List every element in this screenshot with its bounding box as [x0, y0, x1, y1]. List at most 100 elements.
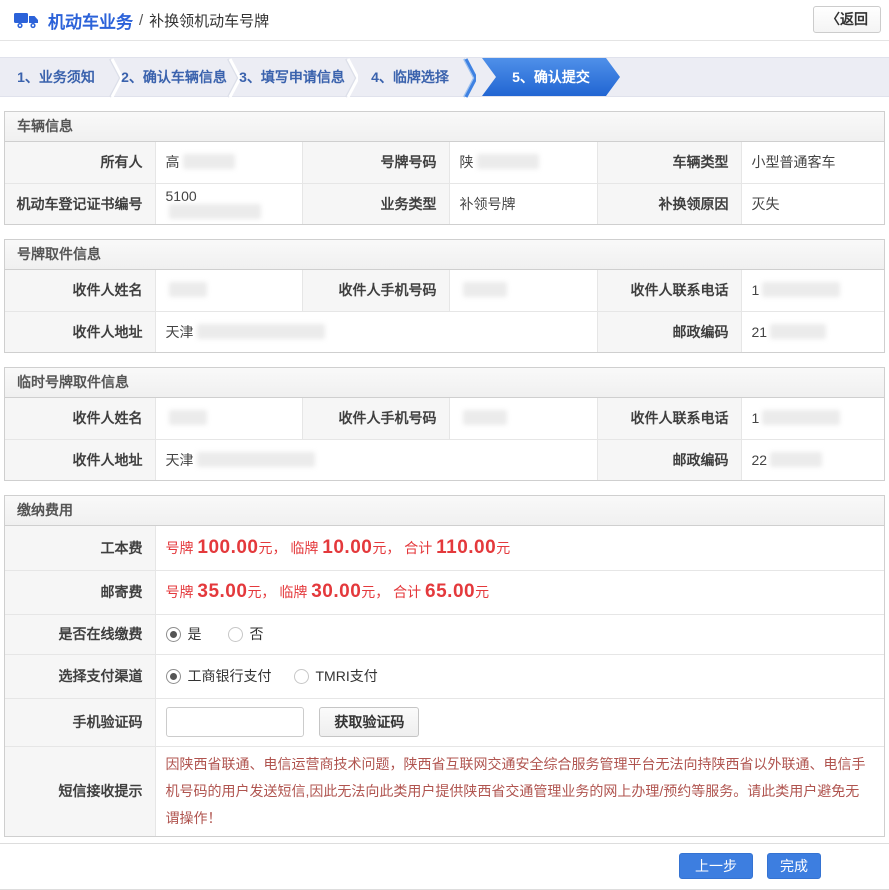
postal-code-label: 邮政编码: [597, 311, 741, 352]
redacted-value: [762, 282, 840, 297]
section-plate-delivery: 号牌取件信息 收件人姓名 收件人手机号码 收件人联系电话 1 收件人地址 天津 …: [4, 239, 885, 353]
production-fee-value: 号牌 100.00元， 临牌 10.00元， 合计 110.00元: [155, 526, 884, 570]
chevron-separator-icon: [462, 58, 476, 98]
recipient-name-label: 收件人姓名: [5, 270, 155, 311]
section-title-vehicle: 车辆信息: [5, 112, 884, 142]
recipient-mobile-value: [449, 398, 597, 439]
step-1-notice[interactable]: 1、业务须知: [4, 58, 108, 96]
previous-step-button[interactable]: 上一步: [679, 853, 753, 879]
top-header: 机动车业务 / 补换领机动车号牌 〈返回: [0, 0, 889, 41]
postal-code-value: 21: [741, 311, 884, 352]
redacted-value: [197, 452, 315, 467]
recipient-phone-label: 收件人联系电话: [597, 270, 741, 311]
recipient-phone-value: 1: [741, 398, 884, 439]
chevron-separator-icon: [108, 58, 122, 98]
radio-channel-icbc[interactable]: 工商银行支付: [166, 666, 272, 686]
vehicle-type-label: 车辆类型: [597, 142, 741, 183]
page-title: 补换领机动车号牌: [149, 10, 269, 31]
step-3-fill-application[interactable]: 3、填写申请信息: [240, 58, 344, 96]
radio-dot-icon: [166, 669, 181, 684]
redacted-value: [770, 452, 822, 467]
sms-notice-label: 短信接收提示: [5, 746, 155, 836]
radio-label: TMRI支付: [316, 666, 378, 686]
recipient-name-label: 收件人姓名: [5, 398, 155, 439]
payment-channel-options: 工商银行支付 TMRI支付: [155, 654, 884, 698]
sms-code-label: 手机验证码: [5, 698, 155, 746]
table-row: 工本费 号牌 100.00元， 临牌 10.00元， 合计 110.00元: [5, 526, 884, 570]
radio-online-yes[interactable]: 是: [166, 624, 202, 644]
app-title: 机动车业务: [48, 8, 133, 33]
recipient-mobile-label: 收件人手机号码: [302, 270, 449, 311]
online-payment-options: 是 否: [155, 614, 884, 654]
sms-notice-text-cell: 因陕西省联通、电信运营商技术问题，陕西省互联网交通安全综合服务管理平台无法向持陕…: [155, 746, 884, 836]
step-2-confirm-vehicle[interactable]: 2、确认车辆信息: [122, 58, 226, 96]
radio-label: 否: [250, 624, 264, 644]
table-row: 是否在线缴费 是 否: [5, 614, 884, 654]
owner-label: 所有人: [5, 142, 155, 183]
redacted-value: [169, 282, 207, 297]
radio-label: 是: [188, 624, 202, 644]
section-title-payment: 缴纳费用: [5, 496, 884, 526]
payment-table: 工本费 号牌 100.00元， 临牌 10.00元， 合计 110.00元 邮寄…: [5, 526, 884, 836]
sms-notice-text: 因陕西省联通、电信运营商技术问题，陕西省互联网交通安全综合服务管理平台无法向持陕…: [166, 751, 875, 832]
plate-number-value: 陕: [449, 142, 597, 183]
redacted-value: [183, 154, 235, 169]
table-row: 收件人姓名 收件人手机号码 收件人联系电话 1: [5, 270, 884, 311]
recipient-address-label: 收件人地址: [5, 311, 155, 352]
table-row: 收件人姓名 收件人手机号码 收件人联系电话 1: [5, 398, 884, 439]
back-button[interactable]: 〈返回: [813, 6, 881, 33]
table-row: 收件人地址 天津 邮政编码 21: [5, 311, 884, 352]
recipient-address-value: 天津: [155, 311, 597, 352]
redacted-value: [477, 154, 539, 169]
recipient-name-value: [155, 270, 302, 311]
owner-value: 高: [155, 142, 302, 183]
radio-dot-icon: [166, 627, 181, 642]
finish-button[interactable]: 完成: [767, 853, 821, 879]
postal-code-value: 22: [741, 439, 884, 480]
vehicle-type-value: 小型普通客车: [741, 142, 884, 183]
table-row: 机动车登记证书编号 5100 业务类型 补领号牌 补换领原因 灭失: [5, 183, 884, 224]
recipient-name-value: [155, 398, 302, 439]
radio-online-no[interactable]: 否: [228, 624, 264, 644]
section-payment: 缴纳费用 工本费 号牌 100.00元， 临牌 10.00元， 合计 110.0…: [4, 495, 885, 837]
postage-fee-label: 邮寄费: [5, 570, 155, 614]
registration-cert-label: 机动车登记证书编号: [5, 183, 155, 224]
chevron-separator-icon: [344, 58, 358, 98]
redacted-value: [169, 204, 261, 219]
sms-code-field: 获取验证码: [155, 698, 884, 746]
recipient-mobile-label: 收件人手机号码: [302, 398, 449, 439]
step-navigation: 1、业务须知 2、确认车辆信息 3、填写申请信息 4、临牌选择 5、确认提交: [0, 57, 889, 97]
registration-cert-value: 5100: [155, 183, 302, 224]
postage-fee-value: 号牌 35.00元， 临牌 30.00元， 合计 65.00元: [155, 570, 884, 614]
table-row: 手机验证码 获取验证码: [5, 698, 884, 746]
redacted-value: [197, 324, 325, 339]
redacted-value: [463, 282, 507, 297]
step-4-temp-plate[interactable]: 4、临牌选择: [358, 58, 462, 96]
footer-actions: 上一步 完成: [0, 844, 889, 890]
section-vehicle-info: 车辆信息 所有人 高 号牌号码 陕 车辆类型 小型普通客车 机动车登记证书编号 …: [4, 111, 885, 225]
step-5-confirm-submit[interactable]: 5、确认提交: [482, 58, 620, 96]
temp-plate-delivery-table: 收件人姓名 收件人手机号码 收件人联系电话 1 收件人地址 天津 邮政编码 22: [5, 398, 884, 480]
payment-channel-label: 选择支付渠道: [5, 654, 155, 698]
redacted-value: [463, 410, 507, 425]
business-type-value: 补领号牌: [449, 183, 597, 224]
radio-dot-icon: [294, 669, 309, 684]
radio-dot-icon: [228, 627, 243, 642]
online-payment-label: 是否在线缴费: [5, 614, 155, 654]
table-row: 收件人地址 天津 邮政编码 22: [5, 439, 884, 480]
production-fee-label: 工本费: [5, 526, 155, 570]
replace-reason-label: 补换领原因: [597, 183, 741, 224]
section-temp-plate-delivery: 临时号牌取件信息 收件人姓名 收件人手机号码 收件人联系电话 1 收件人地址 天…: [4, 367, 885, 481]
section-title-temp-plate-delivery: 临时号牌取件信息: [5, 368, 884, 398]
vehicle-info-table: 所有人 高 号牌号码 陕 车辆类型 小型普通客车 机动车登记证书编号 5100 …: [5, 142, 884, 224]
recipient-phone-label: 收件人联系电话: [597, 398, 741, 439]
table-row: 短信接收提示 因陕西省联通、电信运营商技术问题，陕西省互联网交通安全综合服务管理…: [5, 746, 884, 836]
section-title-plate-delivery: 号牌取件信息: [5, 240, 884, 270]
sms-code-input[interactable]: [166, 707, 304, 737]
redacted-value: [762, 410, 840, 425]
breadcrumb-divider: /: [139, 12, 143, 29]
business-type-label: 业务类型: [302, 183, 449, 224]
recipient-mobile-value: [449, 270, 597, 311]
get-sms-code-button[interactable]: 获取验证码: [319, 707, 419, 737]
radio-channel-tmri[interactable]: TMRI支付: [294, 666, 378, 686]
